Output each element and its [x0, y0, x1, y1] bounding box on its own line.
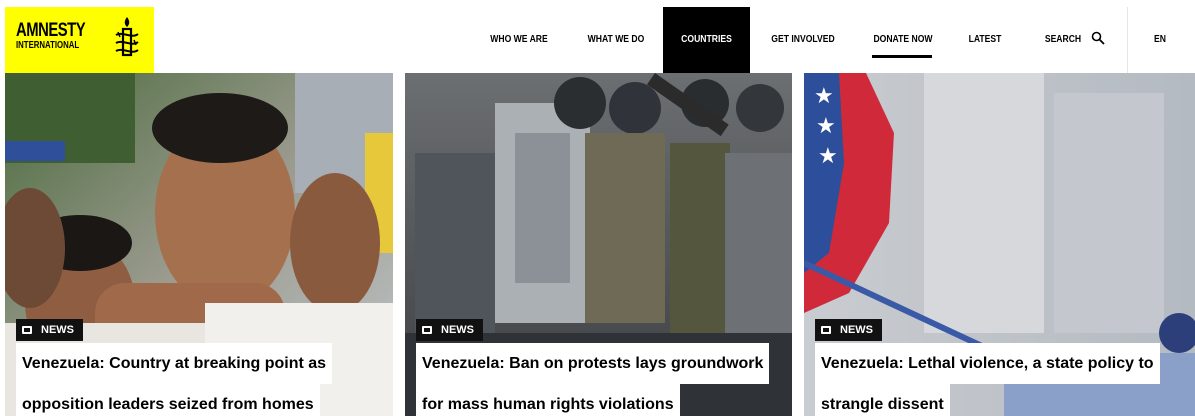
nav-item-who-we-are[interactable]: WHO WE ARE [484, 7, 555, 71]
nav-item-donate-now[interactable]: DONATE NOW [871, 7, 935, 71]
donate-underline [872, 55, 932, 58]
news-card[interactable]: NEWS Venezuela: Country at breaking poin… [5, 73, 393, 416]
badge-label: NEWS [441, 324, 474, 336]
svg-text:★: ★ [816, 114, 836, 139]
news-headline[interactable]: Venezuela: Lethal violence, a state poli… [815, 343, 1191, 416]
headline-line-1: Venezuela: Country at breaking point as [16, 343, 333, 384]
nav-item-search[interactable]: SEARCH [1041, 7, 1086, 71]
top-border [0, 0, 1195, 7]
news-card[interactable]: NEWS Venezuela: Ban on protests lays gro… [405, 73, 792, 416]
headline-line-2: for mass human rights violations [416, 384, 680, 416]
headline-line-2: opposition leaders seized from homes [16, 384, 320, 416]
news-icon [22, 326, 32, 334]
news-icon [821, 326, 831, 334]
nav-item-get-involved[interactable]: GET INVOLVED [766, 7, 840, 71]
news-badge: NEWS [815, 319, 882, 341]
nav-item-language[interactable]: EN [1139, 7, 1182, 71]
news-badge: NEWS [416, 319, 483, 341]
search-icon[interactable] [1091, 31, 1105, 45]
news-badge: NEWS [16, 319, 83, 341]
badge-label: NEWS [41, 324, 74, 336]
news-headline[interactable]: Venezuela: Country at breaking point as … [16, 343, 386, 416]
headline-line-1: Venezuela: Ban on protests lays groundwo… [416, 343, 770, 384]
nav-divider-lang [1127, 7, 1128, 73]
svg-text:★: ★ [818, 144, 838, 169]
logo-text-amnesty: AMNESTY [16, 20, 86, 41]
svg-text:★: ★ [814, 84, 834, 109]
news-icon [422, 326, 432, 334]
amnesty-logo[interactable]: AMNESTY INTERNATIONAL [5, 7, 154, 73]
nav-item-what-we-do[interactable]: WHAT WE DO [582, 7, 651, 71]
nav-item-latest[interactable]: LATEST [961, 7, 1009, 71]
nav-item-countries[interactable]: COUNTRIES [669, 7, 744, 71]
news-headline[interactable]: Venezuela: Ban on protests lays groundwo… [416, 343, 788, 416]
nav-divider [1026, 7, 1027, 73]
candle-barbed-wire-icon [115, 17, 139, 57]
news-card[interactable]: ★ ★ ★ NEWS Venezuela: Lethal violence, a… [804, 73, 1195, 416]
logo-text-international: INTERNATIONAL [16, 40, 80, 51]
badge-label: NEWS [840, 324, 873, 336]
headline-line-2: strangle dissent [815, 384, 950, 416]
headline-line-1: Venezuela: Lethal violence, a state poli… [815, 343, 1160, 384]
